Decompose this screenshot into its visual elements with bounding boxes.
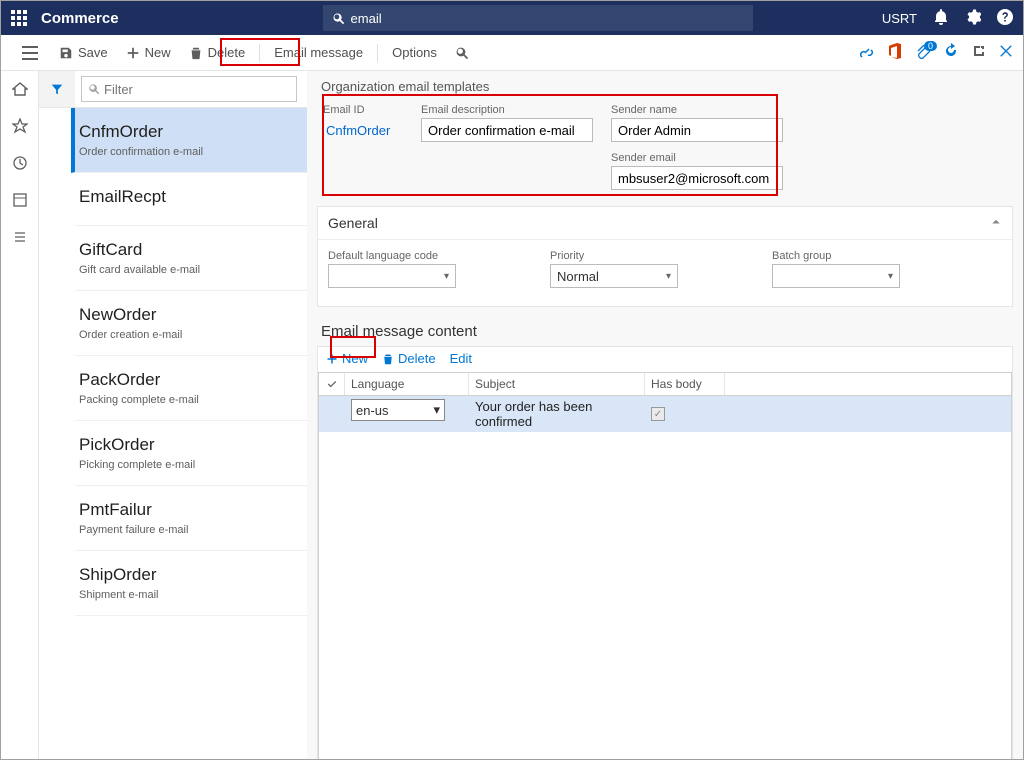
- list-item[interactable]: ShipOrderShipment e-mail: [75, 551, 307, 616]
- language-input[interactable]: en-us▾: [351, 399, 445, 421]
- close-icon[interactable]: [999, 44, 1013, 61]
- content-area: CnfmOrderOrder confirmation e-mail Email…: [1, 71, 1023, 759]
- search-input[interactable]: [351, 11, 744, 26]
- list-item[interactable]: NewOrderOrder creation e-mail: [75, 291, 307, 356]
- ribbon-search-icon[interactable]: [447, 42, 477, 64]
- col-language[interactable]: Language: [345, 373, 469, 395]
- delete-button[interactable]: Delete: [181, 41, 254, 64]
- chevron-up-icon: [990, 215, 1002, 231]
- col-has-body[interactable]: Has body: [645, 373, 725, 395]
- priority-label: Priority: [550, 250, 678, 262]
- email-message-button[interactable]: Email message: [266, 41, 371, 64]
- refresh-icon[interactable]: [943, 43, 959, 62]
- list-item[interactable]: GiftCardGift card available e-mail: [75, 226, 307, 291]
- popout-icon[interactable]: [971, 43, 987, 62]
- sender-email-input[interactable]: [611, 166, 783, 190]
- list-item[interactable]: PmtFailurPayment failure e-mail: [75, 486, 307, 551]
- top-bar: Commerce USRT: [1, 1, 1023, 35]
- has-body-checkbox[interactable]: [651, 407, 665, 421]
- page-title: Organization email templates: [321, 79, 1013, 94]
- content-edit-button[interactable]: Edit: [450, 351, 472, 366]
- user-label[interactable]: USRT: [882, 11, 917, 26]
- home-icon[interactable]: [12, 81, 28, 100]
- star-icon[interactable]: [12, 118, 28, 137]
- sender-email-label: Sender email: [611, 152, 783, 164]
- new-button[interactable]: New: [118, 41, 179, 64]
- email-content-toolbar: New Delete Edit: [318, 347, 1012, 370]
- left-rail: [1, 71, 39, 759]
- priority-select[interactable]: Normal▾: [550, 264, 678, 288]
- waffle-icon[interactable]: [11, 10, 27, 26]
- lang-code-label: Default language code: [328, 250, 456, 262]
- sender-name-input[interactable]: [611, 118, 783, 142]
- office-icon[interactable]: [887, 43, 903, 62]
- list-item[interactable]: EmailRecpt: [75, 173, 307, 226]
- batch-group-select[interactable]: ▾: [772, 264, 900, 288]
- grid-empty-area: [319, 432, 1011, 759]
- link-icon[interactable]: [859, 43, 875, 62]
- col-subject[interactable]: Subject: [469, 373, 645, 395]
- brand-title: Commerce: [41, 10, 119, 27]
- filter-input[interactable]: [104, 82, 290, 97]
- search-icon: [88, 83, 100, 95]
- sender-name-label: Sender name: [611, 104, 783, 116]
- search-box[interactable]: [323, 5, 753, 31]
- general-section: General Default language code ▾ Priority N…: [317, 206, 1013, 307]
- chevron-down-icon: ▾: [433, 402, 440, 418]
- row-checkbox[interactable]: [319, 396, 345, 432]
- grid-header: Language Subject Has body: [319, 373, 1011, 396]
- list-item[interactable]: PickOrderPicking complete e-mail: [75, 421, 307, 486]
- email-id-link[interactable]: CnfmOrder: [323, 118, 403, 143]
- bell-icon[interactable]: [933, 9, 949, 28]
- table-row[interactable]: en-us▾ Your order has been confirmed: [319, 396, 1011, 432]
- email-content-heading: Email message content: [321, 323, 1013, 340]
- list-item[interactable]: CnfmOrderOrder confirmation e-mail: [71, 108, 307, 173]
- action-ribbon: Save New Delete Email message Options 0: [1, 35, 1023, 71]
- gear-icon[interactable]: [965, 9, 981, 28]
- list-icon[interactable]: [12, 229, 28, 248]
- header-fields: Email ID CnfmOrder Email description Send…: [317, 100, 1013, 200]
- attachment-icon[interactable]: 0: [915, 45, 931, 61]
- template-list-panel: CnfmOrderOrder confirmation e-mail Email…: [39, 71, 307, 759]
- help-icon[interactable]: [997, 9, 1013, 28]
- content-delete-button[interactable]: Delete: [382, 351, 436, 366]
- email-desc-input[interactable]: [421, 118, 593, 142]
- template-list: CnfmOrderOrder confirmation e-mail Email…: [39, 107, 307, 616]
- attachment-badge: 0: [924, 41, 937, 51]
- filter-icon[interactable]: [39, 71, 75, 107]
- email-id-label: Email ID: [323, 104, 403, 116]
- search-icon: [332, 12, 345, 25]
- content-new-button[interactable]: New: [326, 351, 368, 366]
- general-header[interactable]: General: [318, 207, 1012, 240]
- content-grid: Language Subject Has body en-us▾ Your or…: [318, 372, 1012, 759]
- main-form: Organization email templates Email ID Cnf…: [307, 71, 1023, 759]
- recent-icon[interactable]: [12, 155, 28, 174]
- hamburger-icon[interactable]: [11, 35, 49, 71]
- workspace-icon[interactable]: [12, 192, 28, 211]
- save-button[interactable]: Save: [51, 41, 116, 64]
- list-item[interactable]: PackOrderPacking complete e-mail: [75, 356, 307, 421]
- options-button[interactable]: Options: [384, 41, 445, 64]
- subject-cell[interactable]: Your order has been confirmed: [469, 396, 645, 432]
- batch-group-label: Batch group: [772, 250, 900, 262]
- select-all-checkbox[interactable]: [319, 373, 345, 395]
- email-content-section: New Delete Edit Language Subject Has bod…: [317, 346, 1013, 759]
- email-desc-label: Email description: [421, 104, 593, 116]
- lang-code-select[interactable]: ▾: [328, 264, 456, 288]
- filter-box[interactable]: [81, 76, 297, 102]
